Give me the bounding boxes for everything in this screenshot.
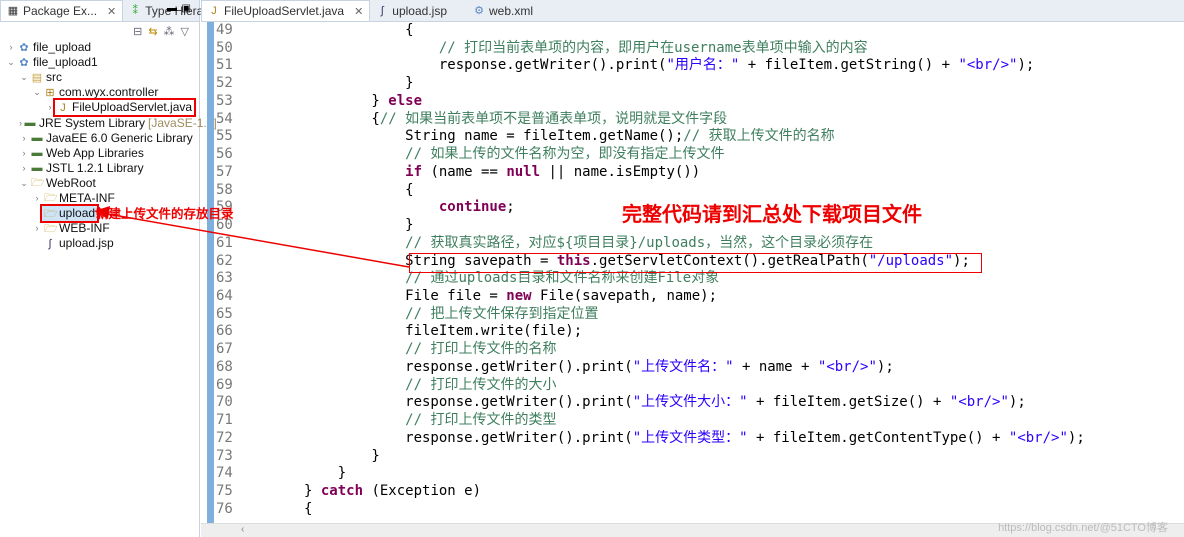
- annotation-arrow: [94, 206, 410, 268]
- watermark: https://blog.csdn.net/@51CTO博客: [998, 522, 1168, 534]
- annotation-download-note: 完整代码请到汇总处下载项目文件: [622, 202, 922, 226]
- annotation-upload-dir: 新建上传文件的存放目录: [96, 206, 234, 221]
